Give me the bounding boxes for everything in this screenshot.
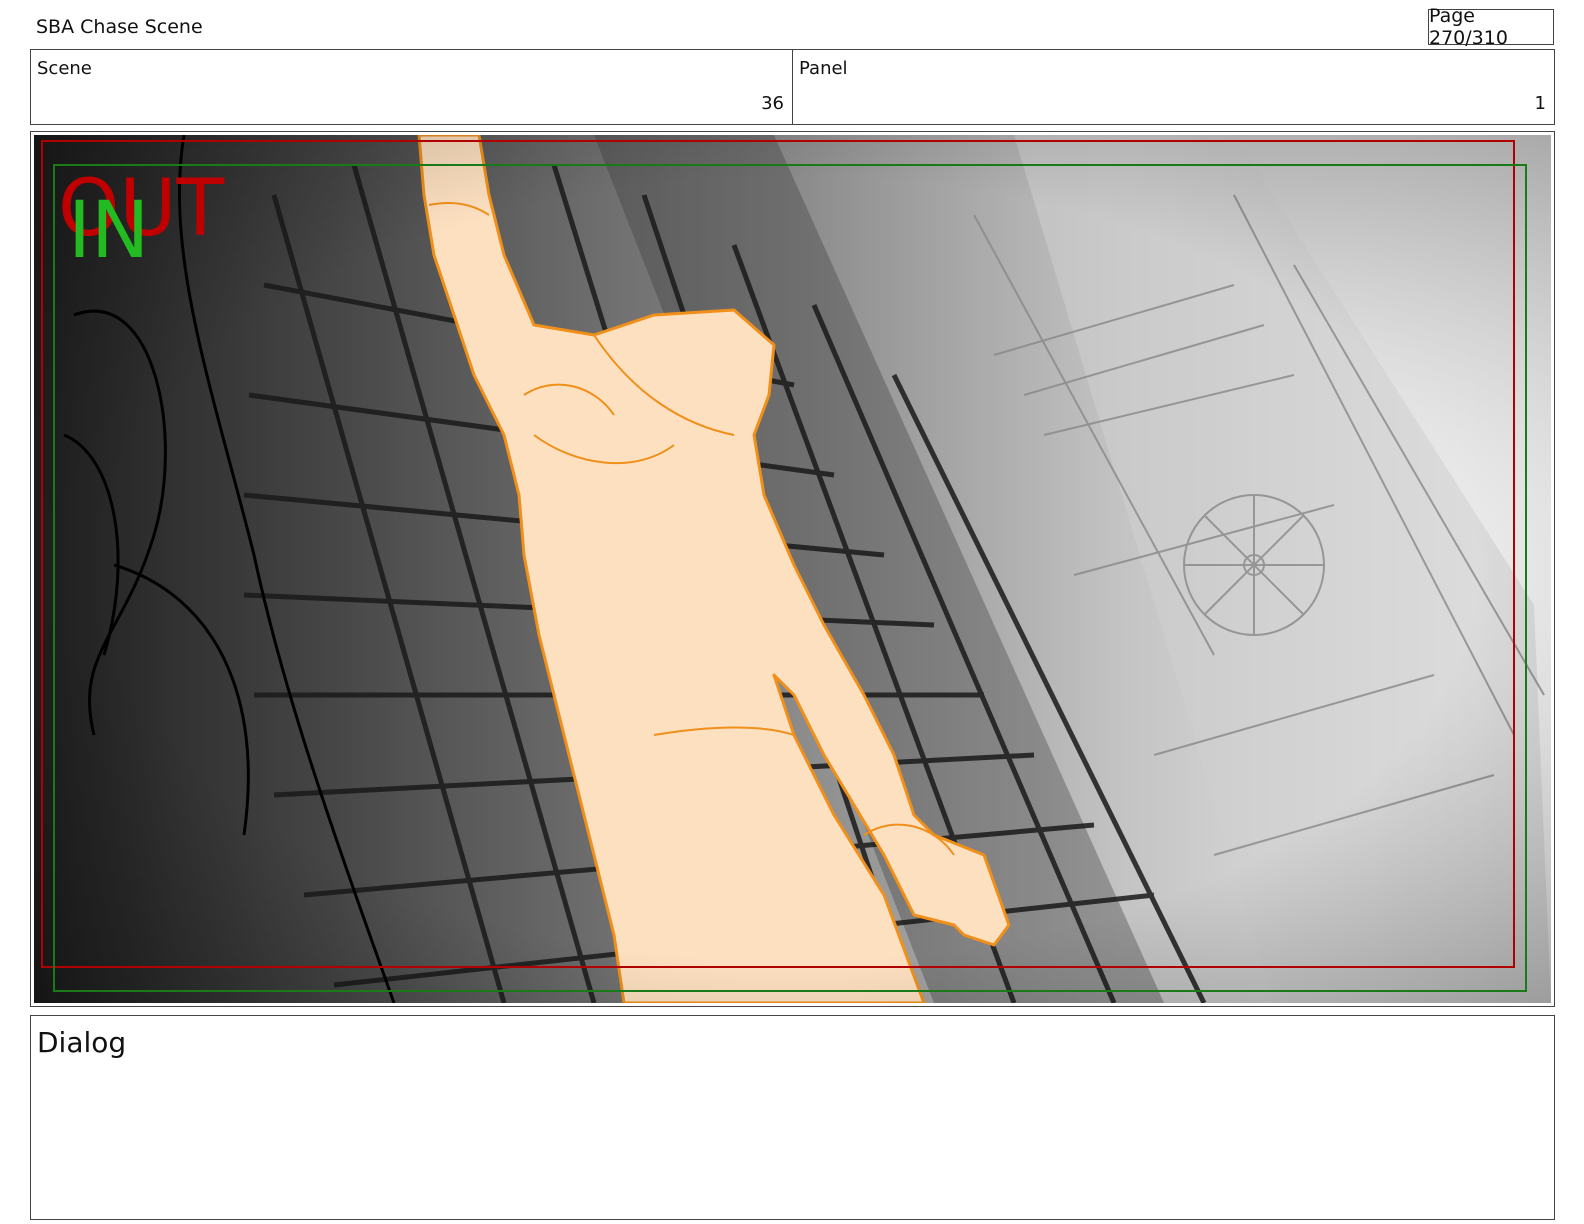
- scene-cell: Scene 36: [31, 50, 792, 124]
- panel-value: 1: [1534, 93, 1546, 114]
- dialog-box: Dialog: [30, 1015, 1555, 1220]
- document-title: SBA Chase Scene: [36, 16, 203, 38]
- in-marker: IN: [68, 186, 149, 276]
- info-row: Scene 36 Panel 1: [30, 49, 1555, 125]
- dialog-label: Dialog: [37, 1026, 127, 1059]
- scene-label: Scene: [37, 58, 92, 79]
- panel-drawing: OUT IN: [34, 135, 1551, 1003]
- page-indicator: Page 270/310: [1428, 5, 1554, 49]
- storyboard-panel: OUT IN: [30, 131, 1555, 1007]
- scene-value: 36: [761, 93, 784, 114]
- panel-cell: Panel 1: [792, 50, 1554, 124]
- panel-label: Panel: [799, 58, 848, 79]
- panel-vignette: [34, 135, 1551, 1003]
- page-number-label: Page 270/310: [1429, 5, 1508, 49]
